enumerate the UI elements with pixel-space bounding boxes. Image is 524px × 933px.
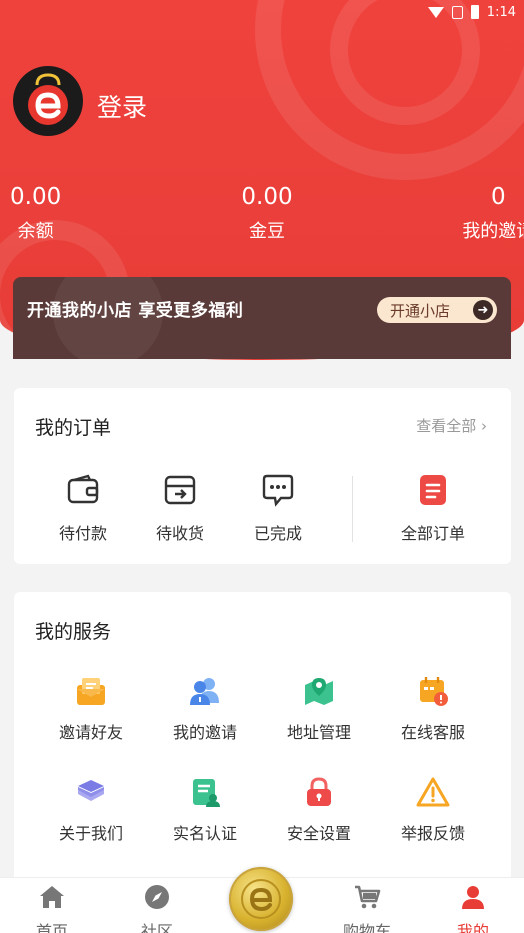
tab-mine[interactable]: 我的 (433, 882, 513, 933)
tab-home[interactable]: 首页 (12, 882, 92, 933)
login-link[interactable]: 登录 (97, 88, 147, 124)
stat-value: 0.00 (10, 184, 62, 210)
orders-title: 我的订单 (35, 417, 112, 439)
tab-label: 社区 (140, 922, 173, 933)
view-all-label: 查看全部 (416, 417, 477, 435)
stat-label: 金豆 (248, 221, 285, 242)
stat-value: 0 (491, 184, 506, 210)
stat-label: 余额 (17, 221, 54, 242)
mail-icon (74, 674, 108, 708)
id-card-icon (188, 775, 222, 809)
stat-label: 我的邀请 (462, 221, 524, 242)
order-item-label: 待收货 (155, 524, 204, 543)
services-card: 我的服务 邀请好友 我的邀请 地址管理 在线客服 关于我们 实名认证 安全设置 … (14, 592, 511, 892)
stat-balance[interactable]: 0.00 余额 (0, 183, 151, 243)
document-icon (416, 473, 450, 507)
stat-value: 0.00 (241, 184, 293, 210)
coin-logo-icon (241, 879, 281, 919)
compass-icon (117, 882, 197, 912)
open-shop-button[interactable]: 开通小店 ➜ (377, 297, 497, 323)
service-security-settings[interactable]: 安全设置 (262, 775, 376, 844)
center-coin-button[interactable] (229, 867, 293, 931)
service-label: 邀请好友 (58, 723, 123, 742)
map-pin-icon (302, 674, 336, 708)
wallet-icon (66, 473, 100, 507)
tab-label: 首页 (35, 922, 68, 933)
status-time: 1:14 (486, 4, 516, 20)
shop-banner-text: 开通我的小店 享受更多福利 (27, 301, 244, 321)
service-invite-friends[interactable]: 邀请好友 (34, 674, 148, 743)
stat-gold-beans[interactable]: 0.00 金豆 (151, 183, 382, 243)
cart-icon (327, 882, 407, 912)
warning-icon (416, 775, 450, 809)
sim-icon (451, 5, 463, 19)
arrow-right-icon: ➜ (473, 300, 493, 320)
stat-invites[interactable]: 0 我的邀请 (383, 183, 524, 243)
chevron-right-icon: › (481, 417, 487, 435)
divider (352, 476, 353, 542)
open-shop-banner[interactable]: 开通我的小店 享受更多福利 开通小店 ➜ (13, 277, 511, 359)
order-pending-payment[interactable]: 待付款 (34, 473, 132, 544)
receive-box-icon (163, 473, 197, 507)
service-about-us[interactable]: 关于我们 (34, 775, 148, 844)
services-title: 我的服务 (35, 621, 112, 643)
wifi-icon (427, 6, 444, 18)
service-online-support[interactable]: 在线客服 (376, 674, 490, 743)
tab-label: 购物车 (342, 922, 391, 933)
avatar[interactable] (13, 66, 83, 136)
tab-label: 我的 (456, 922, 489, 933)
chat-dots-icon (261, 473, 295, 507)
open-shop-button-label: 开通小店 (390, 301, 451, 320)
service-address-management[interactable]: 地址管理 (262, 674, 376, 743)
account-stats: 0.00 余额 0.00 金豆 0 我的邀请 (0, 183, 524, 243)
service-label: 我的邀请 (172, 723, 237, 742)
order-all[interactable]: 全部订单 (384, 473, 482, 544)
layers-icon (74, 775, 108, 809)
order-item-label: 全部订单 (400, 524, 465, 543)
order-item-label: 待付款 (58, 524, 107, 543)
order-completed[interactable]: 已完成 (229, 473, 327, 544)
calendar-alert-icon (416, 674, 450, 708)
users-icon (188, 674, 222, 708)
status-bar: 1:14 (0, 0, 524, 24)
service-label: 安全设置 (286, 824, 351, 843)
order-item-label: 已完成 (253, 524, 302, 543)
service-my-invites[interactable]: 我的邀请 (148, 674, 262, 743)
service-real-name-auth[interactable]: 实名认证 (148, 775, 262, 844)
tab-cart[interactable]: 购物车 (327, 882, 407, 933)
order-pending-receipt[interactable]: 待收货 (131, 473, 229, 544)
service-label: 地址管理 (286, 723, 351, 742)
service-label: 在线客服 (400, 723, 465, 742)
service-label: 举报反馈 (400, 824, 465, 843)
user-icon (433, 882, 513, 912)
service-report-feedback[interactable]: 举报反馈 (376, 775, 490, 844)
service-label: 实名认证 (172, 824, 237, 843)
app-logo-icon (28, 73, 68, 125)
battery-icon (470, 5, 479, 19)
home-icon (12, 882, 92, 912)
view-all-orders-link[interactable]: 查看全部 › (416, 415, 487, 436)
orders-card: 我的订单 查看全部 › 待付款 待收货 已完成 全部订单 (14, 388, 511, 564)
service-label: 关于我们 (58, 824, 123, 843)
tab-community[interactable]: 社区 (117, 882, 197, 933)
lock-icon (302, 775, 336, 809)
